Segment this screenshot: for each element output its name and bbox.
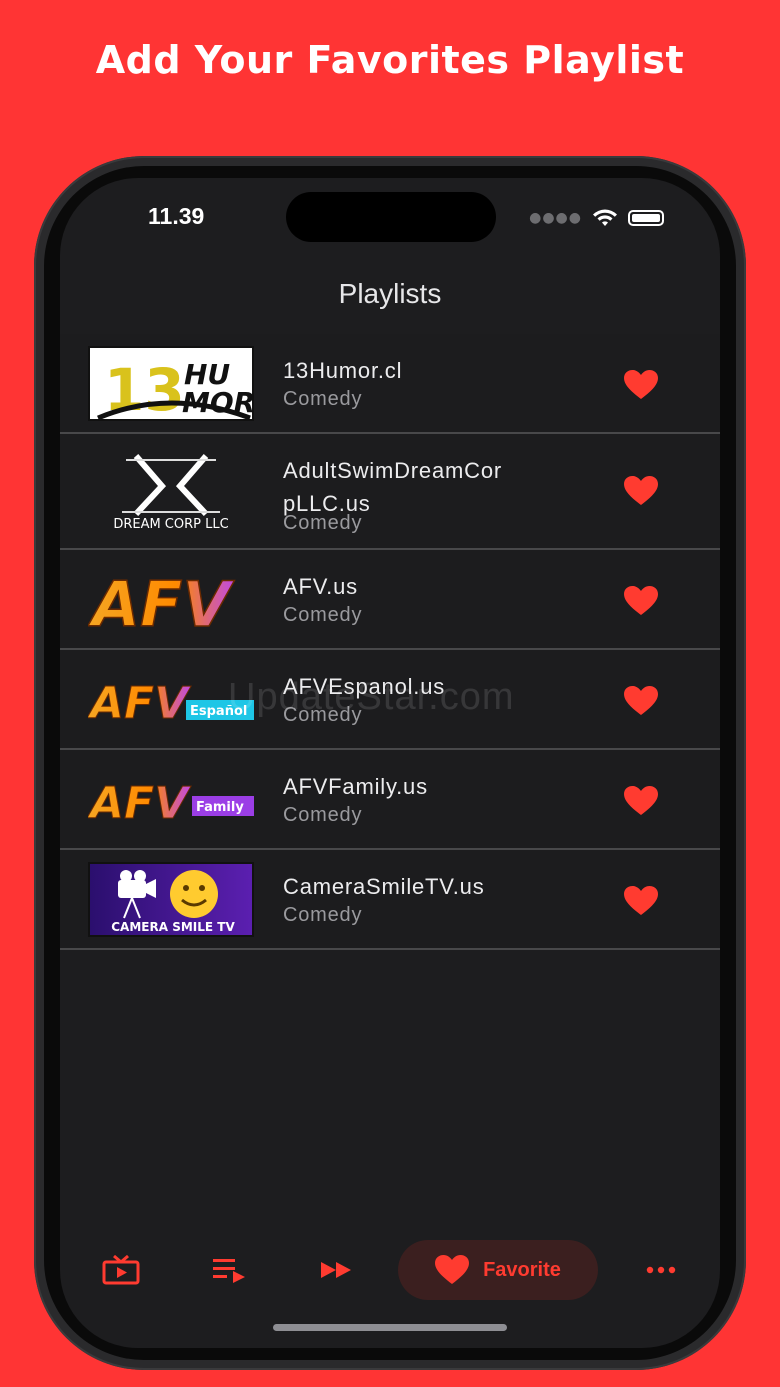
tab-more[interactable] bbox=[626, 1240, 696, 1300]
playlist-list: 13 HU MOR 13Humor.cl Comedy DREAM CORP L… bbox=[60, 334, 720, 950]
playlist-category: Comedy bbox=[283, 804, 363, 826]
playlist-title: AFVFamily.us bbox=[283, 774, 428, 799]
logo-camerasmile: CAMERA SMILE TV bbox=[88, 862, 254, 937]
signal-icon: ●●●● bbox=[529, 210, 582, 226]
logo-afv-family: AFV Family bbox=[88, 762, 254, 837]
tab-favorite[interactable]: Favorite bbox=[398, 1240, 598, 1300]
logo-text-dreamcorp: DREAM CORP LLC bbox=[113, 517, 228, 528]
tv-icon bbox=[102, 1255, 140, 1285]
app-screen: 11.39 ●●●● Playlists 13 HU MOR 13Humor.c… bbox=[60, 178, 720, 1348]
status-time: 11.39 bbox=[148, 203, 205, 229]
playlist-category: Comedy bbox=[283, 388, 363, 410]
heart-icon bbox=[435, 1255, 470, 1284]
playlist-title: AFVEspanol.us bbox=[283, 674, 446, 699]
logo-text-family: Family bbox=[196, 800, 244, 815]
logo-13humor: 13 HU MOR bbox=[88, 346, 254, 421]
more-icon bbox=[646, 1266, 676, 1274]
wifi-icon bbox=[593, 209, 617, 226]
headline: Add Your Favorites Playlist bbox=[95, 38, 685, 82]
status-indicators: ●●●● bbox=[529, 208, 664, 228]
favorite-heart-icon[interactable] bbox=[624, 786, 658, 816]
playlist-category: Comedy bbox=[283, 904, 363, 926]
playlist-row[interactable]: AFV AFV.us Comedy bbox=[60, 550, 720, 650]
tab-fast-forward[interactable] bbox=[302, 1240, 372, 1300]
playlist-title: AFV.us bbox=[283, 574, 358, 599]
logo-afv-espanol: AFV Español bbox=[88, 662, 254, 737]
playlist-title: 13Humor.cl bbox=[283, 358, 403, 383]
logo-text-afv: AFV bbox=[88, 678, 191, 729]
playlist-category: Comedy bbox=[283, 604, 363, 626]
playlist-category: Comedy bbox=[283, 512, 363, 534]
fast-forward-icon bbox=[321, 1262, 351, 1278]
favorite-heart-icon[interactable] bbox=[624, 476, 658, 506]
favorite-heart-icon[interactable] bbox=[624, 886, 658, 916]
home-indicator[interactable] bbox=[273, 1324, 507, 1331]
logo-text-camerasmile: CAMERA SMILE TV bbox=[111, 920, 235, 934]
page-title: Playlists bbox=[338, 278, 442, 309]
playlist-title: AdultSwimDreamCor pLLC.us bbox=[283, 458, 502, 516]
logo-text-afv: AFV bbox=[88, 568, 235, 637]
tab-tv[interactable] bbox=[86, 1240, 156, 1300]
logo-text-espanol: Español bbox=[190, 704, 247, 719]
tab-favorite-label: Favorite bbox=[483, 1258, 561, 1281]
tab-bar: Favorite bbox=[60, 1240, 720, 1304]
logo-dreamcorp: DREAM CORP LLC bbox=[88, 452, 254, 528]
favorite-heart-icon[interactable] bbox=[624, 370, 658, 400]
favorite-heart-icon[interactable] bbox=[624, 686, 658, 716]
playlist-icon bbox=[213, 1259, 245, 1283]
playlist-row[interactable]: DREAM CORP LLC AdultSwimDreamCor pLLC.us… bbox=[60, 434, 720, 550]
battery-icon bbox=[628, 210, 664, 226]
playlist-row[interactable]: AFV Family AFVFamily.us Comedy bbox=[60, 750, 720, 850]
playlist-row[interactable]: 13 HU MOR 13Humor.cl Comedy bbox=[60, 334, 720, 434]
playlist-category: Comedy bbox=[283, 704, 363, 726]
tab-playlists[interactable] bbox=[194, 1240, 264, 1300]
logo-text-afv: AFV bbox=[88, 778, 191, 829]
dynamic-island bbox=[286, 192, 496, 242]
logo-afv: AFV bbox=[88, 562, 254, 637]
playlist-title: CameraSmileTV.us bbox=[283, 874, 485, 899]
playlist-row[interactable]: CAMERA SMILE TV CameraSmileTV.us Comedy bbox=[60, 850, 720, 950]
favorite-heart-icon[interactable] bbox=[624, 586, 658, 616]
playlist-row[interactable]: AFV Español AFVEspanol.us Comedy bbox=[60, 650, 720, 750]
